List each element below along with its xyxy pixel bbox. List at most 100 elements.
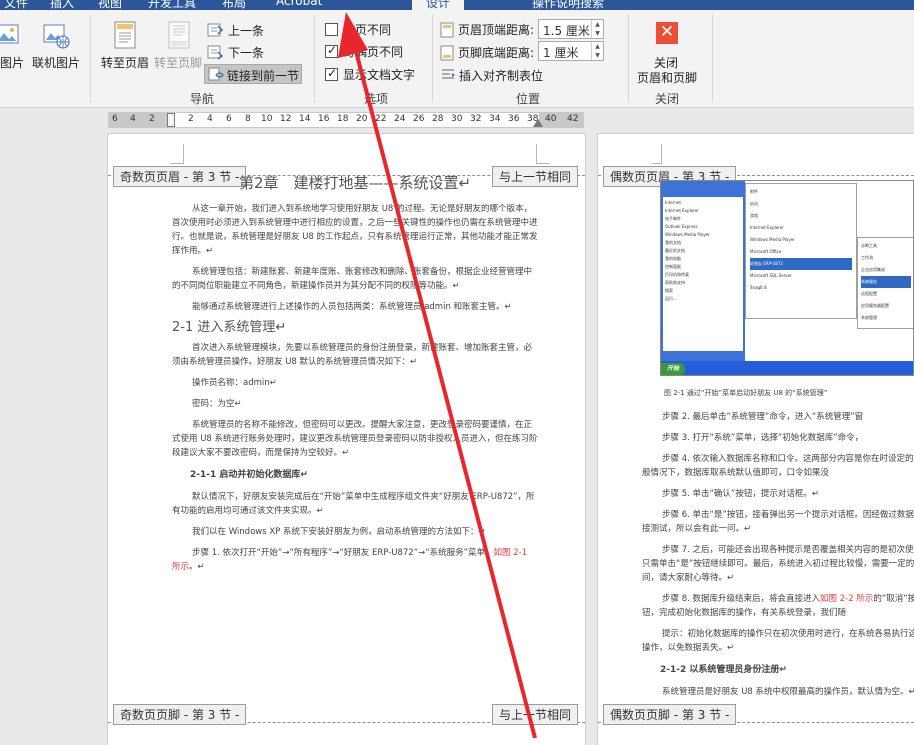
goto-footer-button[interactable]: 转至页脚 bbox=[152, 20, 206, 82]
figure-caption: 图 2-1 通过“开始”菜单启动好朋友 U8 的“系统管理” bbox=[664, 389, 828, 397]
start-menu-item: Outlook Express bbox=[665, 224, 698, 229]
ruler-tick: 34 bbox=[489, 114, 501, 124]
programs-submenu: 附件 启动 游戏 Internet Explorer Windows Media… bbox=[745, 183, 857, 319]
ruler-tick: 4 bbox=[207, 114, 213, 124]
online-picture-label: 联机图片 bbox=[32, 56, 81, 70]
body-paragraph: 默认情况下，好朋友安装完成后在“开始”菜单中生成程序组文件夹“好朋友 ERP-U… bbox=[172, 492, 535, 516]
spinner-arrows-icon[interactable]: ▲ ▼ bbox=[591, 42, 603, 60]
submenu-item: 启动 bbox=[750, 201, 758, 206]
show-document-text-checkbox[interactable] bbox=[325, 66, 338, 81]
picture-label: 图片 bbox=[0, 56, 25, 70]
horizontal-ruler[interactable]: 6 4 2 2 4 6 8 10 12 14 16 18 20 22 24 26… bbox=[108, 112, 584, 128]
close-header-footer-button[interactable]: ✕ 关闭 页眉和页脚 bbox=[634, 20, 702, 86]
step-paragraph: 步骤 2. 最后单击“系统管理”命令，进入“系统管理”窗 bbox=[662, 412, 864, 422]
footer-bottom-distance-input[interactable]: 1 厘米 ▲ ▼ bbox=[538, 41, 604, 61]
ruler-tick: 10 bbox=[261, 114, 273, 124]
navigation-group-label: 导航 bbox=[190, 92, 215, 106]
submenu-item: Windows Media Player bbox=[750, 237, 795, 242]
body-paragraph: 系统管理包括：新建账套、新建年度账、账套修改和删除、账套备份，根据企业经营管理中… bbox=[172, 267, 533, 291]
position-group-label: 位置 bbox=[516, 92, 541, 106]
tab-acrobat[interactable]: Acrobat bbox=[276, 0, 322, 8]
ruler-tick: 6 bbox=[112, 114, 118, 124]
subsection-heading: 2-1-1 启动并初始化数据库↵ bbox=[190, 470, 308, 480]
tip-paragraph: 提示：初始化数据库的操作只在初次使用时进行，在系统各易执行这一操作，以免数据丢失… bbox=[642, 629, 914, 653]
header-top-distance-value: 1.5 厘米 bbox=[543, 24, 590, 38]
different-odd-even-checkbox[interactable] bbox=[325, 43, 338, 58]
ruler-tick: 16 bbox=[318, 114, 330, 124]
spinner-arrows-icon[interactable]: ▲ ▼ bbox=[591, 20, 603, 38]
step-text: 步骤 1. 依次打开“开始”→“所有程序”→“好朋友 ERP-U872”→“系统… bbox=[192, 548, 494, 558]
goto-header-button[interactable]: 转至页眉 bbox=[98, 20, 154, 82]
header-top-distance-input[interactable]: 1.5 厘米 ▲ ▼ bbox=[538, 19, 604, 39]
different-first-page-checkbox[interactable] bbox=[325, 23, 338, 36]
online-picture-icon bbox=[43, 24, 70, 49]
submenu-item: SnagIt 8 bbox=[750, 285, 767, 290]
ruler-tick: 40 bbox=[545, 114, 557, 124]
next-section-button[interactable]: 下一条 bbox=[206, 42, 276, 62]
tab-tell-me-search[interactable]: 操作说明搜索 bbox=[532, 0, 604, 10]
right-indent-marker-icon[interactable] bbox=[533, 119, 543, 127]
submenu-item: 应用服务器配置 bbox=[861, 303, 889, 308]
ruler-tick: 12 bbox=[280, 114, 292, 124]
odd-page-body: 第2章 建楼打地基——系统设置↵ 从这一章开始，我们进入到系统地学习使用好朋友 … bbox=[172, 176, 538, 581]
step-text: 。↵ bbox=[189, 562, 205, 572]
start-menu-item: 打印机和传真 bbox=[665, 272, 689, 277]
odd-footer-tag: 奇数页页脚 - 第 3 节 - bbox=[113, 704, 247, 725]
section-heading: 2-1 进入系统管理↵ bbox=[172, 320, 287, 335]
next-section-label: 下一条 bbox=[228, 46, 265, 60]
insert-alignment-tab-button[interactable]: 插入对齐制表位 bbox=[438, 65, 558, 85]
odd-page[interactable]: 奇数页页眉 - 第 3 节 - 与上一节相同 第2章 建楼打地基——系统设置↵ … bbox=[108, 134, 585, 745]
footer-page-icon bbox=[168, 21, 190, 49]
start-menu-item: 搜索 bbox=[665, 288, 673, 293]
insert-alignment-tab-label: 插入对齐制表位 bbox=[459, 69, 544, 83]
body-paragraph: 首次进入系统管理模块，先要以系统管理员的身份注册登录，新建账套、增加账套主管，必… bbox=[172, 343, 533, 367]
start-menu-item: Internet Explorer bbox=[665, 208, 699, 213]
start-menu-item: 最近的文档 bbox=[665, 248, 685, 253]
submenu-item: Microsoft Office bbox=[750, 249, 782, 254]
tab-layout[interactable]: 布局 bbox=[222, 0, 246, 10]
submenu-item: 诊断工具 bbox=[861, 243, 877, 248]
start-menu-item: Windows Media Player bbox=[665, 232, 710, 237]
submenu-item: 系统管理 bbox=[861, 315, 877, 320]
tab-design[interactable]: 设计 bbox=[412, 0, 465, 10]
online-picture-button[interactable]: 联机图片 bbox=[30, 20, 82, 80]
start-menu-item: Internet bbox=[665, 200, 681, 205]
footer-bottom-distance-label: 页脚底端距离: bbox=[458, 46, 535, 60]
start-menu-left-pane: Internet Internet Explorer 电子邮件 Outlook … bbox=[663, 197, 743, 351]
show-document-text-label: 显示文档文字 bbox=[343, 68, 416, 82]
indent-marker-icon[interactable] bbox=[167, 113, 175, 127]
ruler-tick: 2 bbox=[149, 114, 155, 124]
submenu-item: Microsoft SQL Server bbox=[750, 273, 792, 278]
goto-footer-label: 转至页脚 bbox=[154, 56, 203, 70]
ruler-tick: 24 bbox=[394, 114, 406, 124]
step-paragraph: 步骤 6. 单击“是”按钮，接着弹出另一个提示对话框。因经做过数据库连接测试，所… bbox=[642, 510, 914, 534]
submenu-item: 好朋友 ERP-U872 bbox=[750, 258, 852, 270]
submenu-item: 企业应用集成 bbox=[861, 267, 885, 272]
step-paragraph: 步骤 8. 数据库升级结束后，将会直接进入如图 2-2 所示的“取消”按钮，完成… bbox=[642, 592, 914, 620]
ruler-tick: 20 bbox=[356, 114, 368, 124]
previous-section-button[interactable]: 上一条 bbox=[206, 20, 276, 40]
ribbon: 图片 联机图片 转至页眉 转至页脚 上一条 下一条 链接到前一节 导航 首页不同… bbox=[0, 10, 914, 108]
group-separator bbox=[712, 14, 713, 102]
ruler-tick: 26 bbox=[413, 114, 425, 124]
ruler-tick: 22 bbox=[375, 114, 387, 124]
body-paragraph: 系统管理员的名称不能修改，但密码可以更改。提醒大家注意，更改登录密码要谨慎，在正… bbox=[172, 420, 538, 458]
even-footer-tag: 偶数页页脚 - 第 3 节 - bbox=[603, 704, 737, 725]
tab-insert[interactable]: 插入 bbox=[50, 0, 74, 10]
previous-section-icon bbox=[207, 23, 224, 37]
body-paragraph: 我们以在 Windows XP 系统下安装好朋友为例，启动系统管理的方法如下：↵ bbox=[192, 527, 486, 537]
picture-button[interactable]: 图片 bbox=[0, 20, 30, 80]
link-to-previous-button[interactable]: 链接到前一节 bbox=[204, 64, 302, 84]
figure-reference: 如图 2-2 所示 bbox=[820, 594, 874, 604]
ruler-tick: 32 bbox=[470, 114, 482, 124]
ruler-tick: 4 bbox=[130, 114, 136, 124]
ruler-margin-left bbox=[109, 113, 171, 127]
alignment-tab-icon bbox=[442, 69, 455, 79]
ruler-tick: 36 bbox=[508, 114, 520, 124]
start-menu-item: 运行... bbox=[665, 296, 677, 301]
tab-view[interactable]: 视图 bbox=[98, 0, 122, 10]
tab-file[interactable]: 文件 bbox=[4, 0, 28, 10]
ruler-tick: 6 bbox=[226, 114, 232, 124]
tab-developer[interactable]: 开发工具 bbox=[148, 0, 196, 10]
chapter-title: 第2章 建楼打地基——系统设置↵ bbox=[238, 174, 472, 192]
